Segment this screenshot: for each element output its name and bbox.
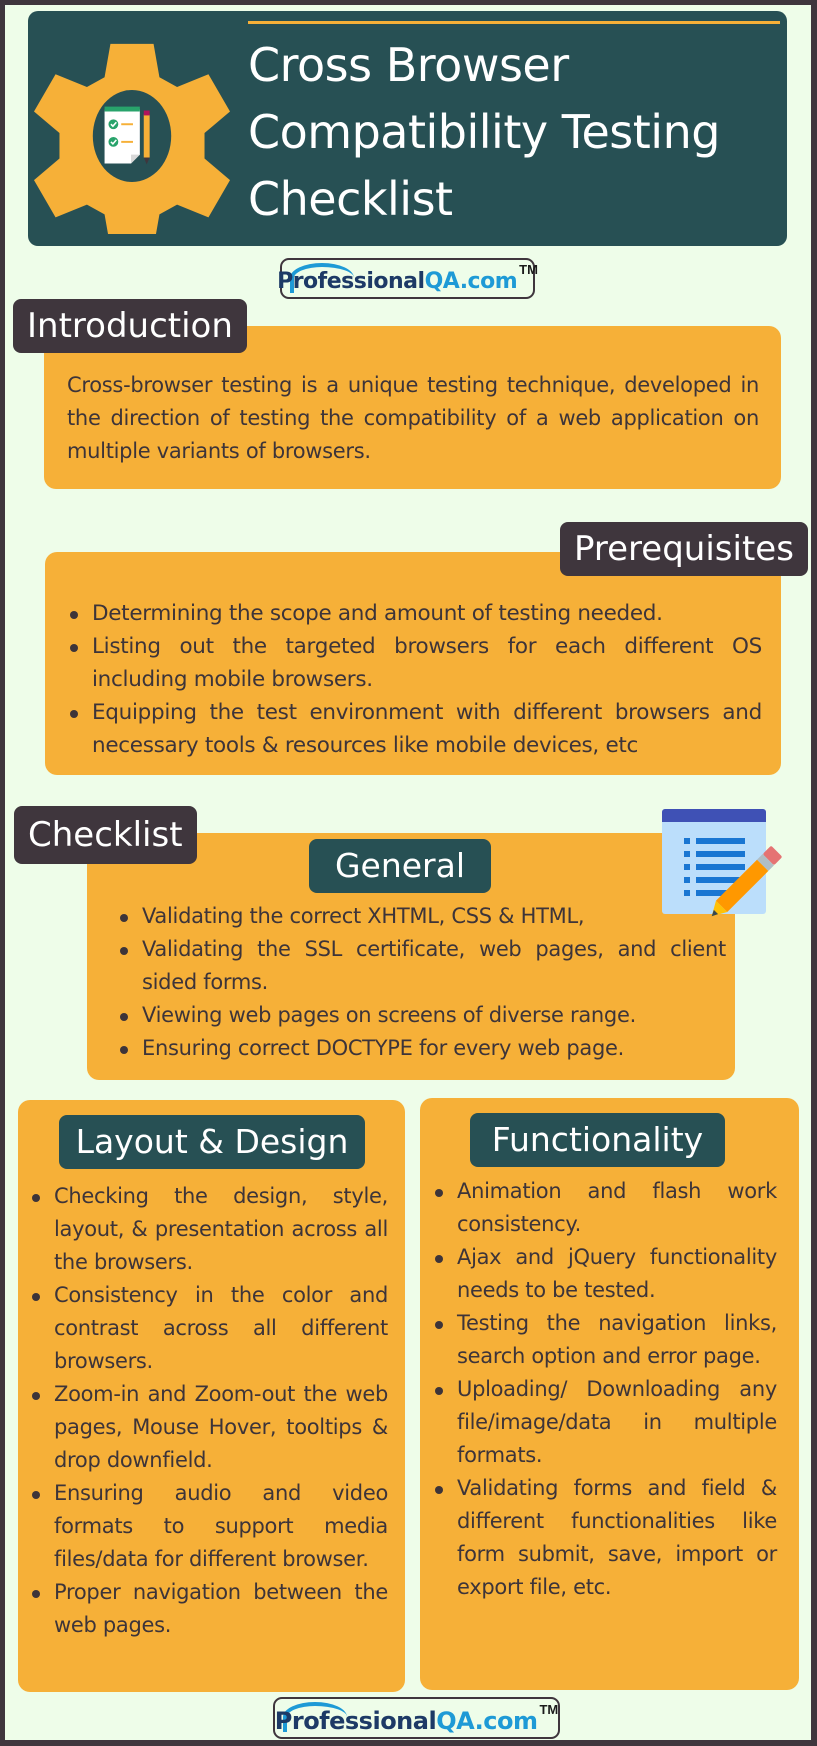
list-item: Equipping the test environment with diff… (68, 696, 762, 762)
list-item: Validating forms and field & different f… (433, 1472, 777, 1604)
list-item: Viewing web pages on screens of diverse … (118, 999, 726, 1032)
logo-domain: .com (474, 1707, 538, 1735)
introduction-label: Introduction (13, 299, 247, 353)
functionality-list: Animation and flash work consistency. Aj… (433, 1175, 777, 1604)
functionality-label: Functionality (470, 1113, 725, 1167)
prerequisites-list: Determining the scope and amount of test… (68, 597, 762, 762)
list-item: Validating the SSL certificate, web page… (118, 933, 726, 999)
introduction-text: Cross-browser testing is a unique testin… (67, 373, 759, 463)
title-line-2: Compatibility Testing (248, 105, 720, 159)
list-item: Uploading/ Downloading any file/image/da… (433, 1373, 777, 1472)
logo-qa: QA (424, 269, 461, 294)
list-item: Listing out the targeted browsers for ea… (68, 630, 762, 696)
prerequisites-label: Prerequisites (560, 522, 808, 576)
list-item: Ajax and jQuery functionality needs to b… (433, 1241, 777, 1307)
logo-domain: .com (459, 269, 518, 294)
professionalqa-logo-bottom[interactable]: ProfessionalQA.com TM (273, 1697, 560, 1739)
logo-name: Professional (277, 269, 425, 294)
logo-trademark: TM (539, 1701, 559, 1717)
list-item: Ensuring audio and video formats to supp… (30, 1477, 388, 1576)
layout-design-list: Checking the design, style, layout, & pr… (30, 1180, 388, 1642)
list-item: Zoom-in and Zoom-out the web pages, Mous… (30, 1378, 388, 1477)
logo-text: ProfessionalQA.com (275, 1707, 538, 1735)
list-item: Consistency in the color and contrast ac… (30, 1279, 388, 1378)
professionalqa-logo-top[interactable]: ProfessionalQA.com TM (277, 258, 538, 299)
general-label: General (309, 839, 491, 893)
list-item: Checking the design, style, layout, & pr… (30, 1180, 388, 1279)
logo-qa: QA (436, 1707, 475, 1735)
list-item: Determining the scope and amount of test… (68, 597, 762, 630)
logo-name: Professional (274, 1707, 437, 1735)
list-item: Validating the correct XHTML, CSS & HTML… (118, 900, 726, 933)
list-item: Testing the navigation links, search opt… (433, 1307, 777, 1373)
title-line-1: Cross Browser (248, 38, 569, 92)
logo-trademark: TM (519, 262, 538, 277)
general-list: Validating the correct XHTML, CSS & HTML… (118, 900, 726, 1065)
title-line-3: Checklist (248, 172, 453, 226)
layout-design-label: Layout & Design (59, 1115, 365, 1169)
list-item: Proper navigation between the web pages. (30, 1576, 388, 1642)
list-item: Ensuring correct DOCTYPE for every web p… (118, 1032, 726, 1065)
list-item: Animation and flash work consistency. (433, 1175, 777, 1241)
checklist-label: Checklist (14, 806, 197, 864)
header-divider (248, 21, 780, 24)
page-title: Cross Browser Compatibility Testing Chec… (248, 32, 788, 233)
gear-checklist-icon (34, 43, 230, 234)
logo-text: ProfessionalQA.com (277, 269, 518, 294)
